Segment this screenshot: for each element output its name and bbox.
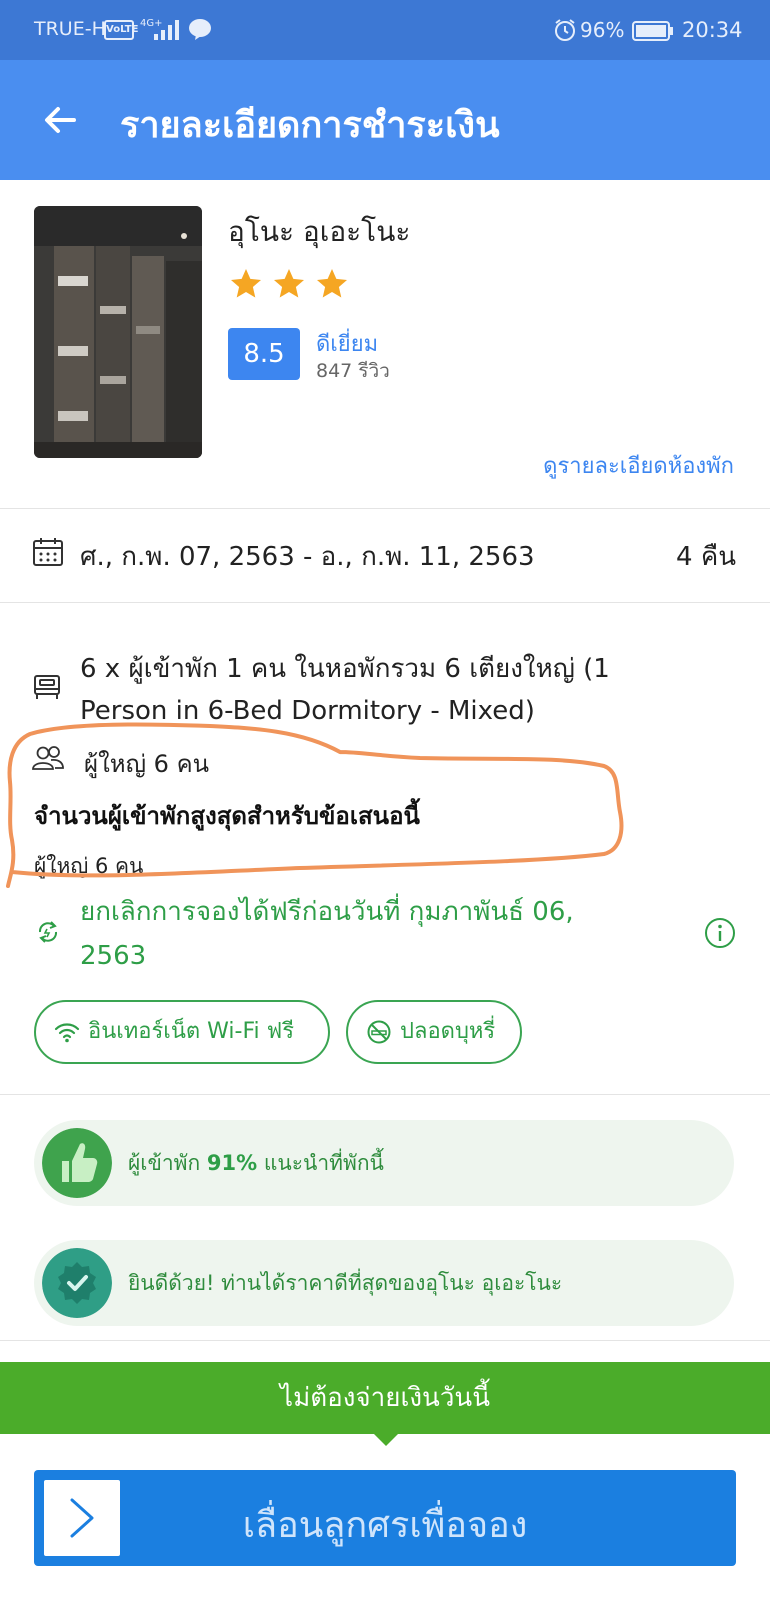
volte-badge: VoLTE: [104, 20, 138, 40]
wifi-icon: [54, 1023, 80, 1043]
star-icon: [317, 269, 348, 298]
recommendation-suffix: แนะนำที่พักนี้: [257, 1151, 384, 1175]
calendar-icon: [33, 538, 63, 566]
guests-icon: [32, 746, 64, 770]
pay-later-banner: ไม่ต้องจ่ายเงินวันนี้: [0, 1362, 770, 1434]
recommendation-prefix: ผู้เข้าพัก: [128, 1151, 207, 1175]
battery-icon: [632, 21, 673, 41]
star-icon: [274, 269, 305, 298]
free-cancellation-text: ยกเลิกการจองได้ฟรีก่อนวันที่ กุมภาพันธ์ …: [80, 897, 574, 971]
best-price-banner: ยินดีด้วย! ท่านได้ราคาดีที่สุดของอุโนะ อ…: [34, 1240, 734, 1326]
stay-date-range: ศ., ก.พ. 07, 2563 - อ., ก.พ. 11, 2563: [80, 542, 535, 572]
info-icon[interactable]: [704, 917, 736, 949]
thumbs-up-icon: [42, 1128, 112, 1198]
divider: [0, 508, 770, 509]
slide-to-book-slider[interactable]: เลื่อนลูกศรเพื่อจอง: [34, 1470, 736, 1566]
line-app-icon: [189, 19, 211, 40]
alarm-icon: [555, 19, 575, 41]
bed-icon: [34, 675, 60, 699]
slider-handle[interactable]: [44, 1480, 120, 1556]
hotel-name: อุโนะ อุเอะโนะ: [228, 215, 411, 248]
clock: 20:34: [682, 18, 743, 42]
divider: [0, 1340, 770, 1341]
divider: [0, 602, 770, 603]
room-details-link[interactable]: ดูรายละเอียดห้องพัก: [543, 448, 734, 483]
amenity-label: ปลอดบุหรี่: [400, 1019, 496, 1044]
page-title: รายละเอียดการชำระเงิน: [120, 105, 500, 146]
back-arrow-icon[interactable]: [38, 98, 82, 142]
recommendation-text: ผู้เข้าพัก 91% แนะนำที่พักนี้: [128, 1147, 384, 1180]
adults-count: ผู้ใหญ่ 6 คน: [84, 750, 210, 778]
max-occupancy-title: จำนวนผู้เข้าพักสูงสุดสำหรับข้อเสนอนี้: [34, 802, 420, 830]
network-type: 4G+: [140, 18, 163, 29]
amenity-chip-no-smoking: ปลอดบุหรี่: [346, 1000, 522, 1064]
pay-later-pointer: [372, 1432, 400, 1446]
recommendation-percent: 91%: [206, 1151, 258, 1175]
room-type: 6 x ผู้เข้าพัก 1 คน ในหอพักรวม 6 เตียงให…: [80, 654, 610, 726]
amenity-label: อินเทอร์เน็ต Wi-Fi ฟรี: [88, 1019, 295, 1044]
chevron-right-icon: [70, 1498, 94, 1538]
signal-icon: 4G+: [140, 18, 179, 40]
hotel-photo[interactable]: [34, 206, 202, 458]
star-rating: [228, 266, 352, 302]
nights-count: 4 คืน: [676, 542, 736, 572]
recommendation-banner: ผู้เข้าพัก 91% แนะนำที่พักนี้: [34, 1120, 734, 1206]
free-cancellation-icon: [38, 921, 58, 943]
review-score-badge: 8.5: [228, 328, 300, 380]
app-bar: รายละเอียดการชำระเงิน: [0, 60, 770, 180]
verified-badge-icon: [42, 1248, 112, 1318]
divider: [0, 1094, 770, 1095]
status-bar: TRUE-H VoLTE 4G+ 96% 20:34: [0, 0, 770, 60]
battery-percent: 96%: [580, 18, 625, 42]
best-price-text: ยินดีด้วย! ท่านได้ราคาดีที่สุดของอุโนะ อ…: [128, 1271, 563, 1295]
slide-to-book-label: เลื่อนลูกศรเพื่อจอง: [242, 1505, 528, 1546]
carrier-name: TRUE-H: [34, 18, 106, 40]
max-occupancy-value: ผู้ใหญ่ 6 คน: [34, 854, 144, 878]
no-smoking-icon: [367, 1020, 391, 1044]
star-icon: [231, 269, 261, 298]
review-count: 847 รีวิว: [316, 360, 390, 382]
amenity-chip-wifi: อินเทอร์เน็ต Wi-Fi ฟรี: [34, 1000, 330, 1064]
